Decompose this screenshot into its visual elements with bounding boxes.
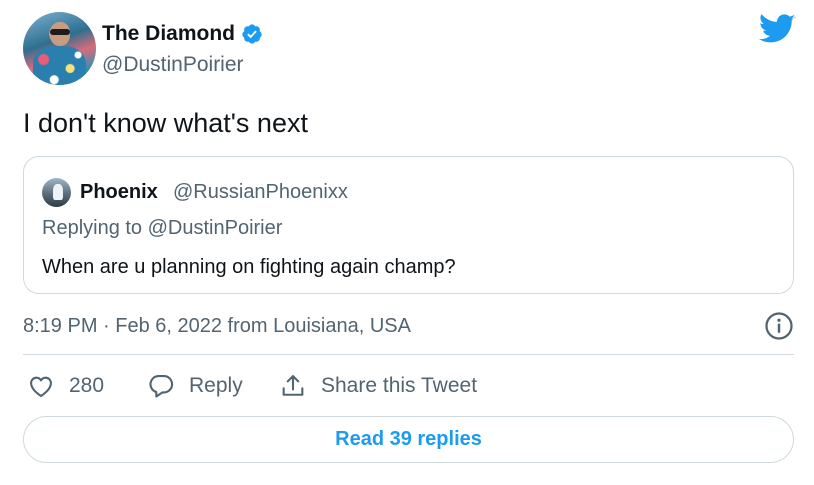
tweet-timestamp[interactable]: 8:19 PM · Feb 6, 2022 from Louisiana, US… bbox=[23, 313, 411, 339]
avatar-shirt bbox=[33, 46, 86, 85]
author-avatar[interactable] bbox=[23, 12, 96, 85]
divider bbox=[23, 354, 794, 355]
reply-label: Reply bbox=[189, 374, 243, 397]
quoted-text: When are u planning on fighting again ch… bbox=[42, 256, 456, 278]
replying-to-prefix: Replying to bbox=[42, 217, 148, 239]
verified-badge-icon bbox=[242, 24, 262, 44]
author-handle[interactable]: @DustinPoirier bbox=[102, 52, 244, 78]
reply-button[interactable]: Reply bbox=[147, 372, 243, 400]
quoted-tweet[interactable]: Phoenix @RussianPhoenixx Replying to @Du… bbox=[23, 156, 794, 294]
author-name[interactable]: The Diamond bbox=[102, 21, 235, 47]
tweet-text: I don't know what's next bbox=[23, 108, 308, 138]
replying-to-handle[interactable]: @DustinPoirier bbox=[148, 217, 283, 239]
twitter-bird-icon[interactable] bbox=[759, 14, 796, 45]
share-icon bbox=[282, 375, 304, 396]
share-label: Share this Tweet bbox=[321, 374, 478, 397]
quoted-handle: @RussianPhoenixx bbox=[173, 181, 348, 203]
reply-icon bbox=[149, 375, 174, 398]
quoted-name: Phoenix bbox=[80, 181, 158, 203]
read-replies-button[interactable]: Read 39 replies bbox=[23, 416, 794, 463]
replying-to: Replying to @DustinPoirier bbox=[42, 216, 282, 240]
like-button[interactable]: 280 bbox=[27, 372, 104, 400]
share-button[interactable]: Share this Tweet bbox=[279, 372, 477, 400]
heart-icon bbox=[30, 376, 52, 397]
quoted-avatar bbox=[42, 178, 71, 207]
tweet-card: The Diamond @DustinPoirier I don't know … bbox=[0, 0, 814, 485]
like-count: 280 bbox=[69, 374, 105, 397]
avatar-sunglasses bbox=[50, 29, 70, 35]
info-icon[interactable] bbox=[764, 311, 794, 341]
author-name-row[interactable]: The Diamond bbox=[102, 21, 263, 47]
